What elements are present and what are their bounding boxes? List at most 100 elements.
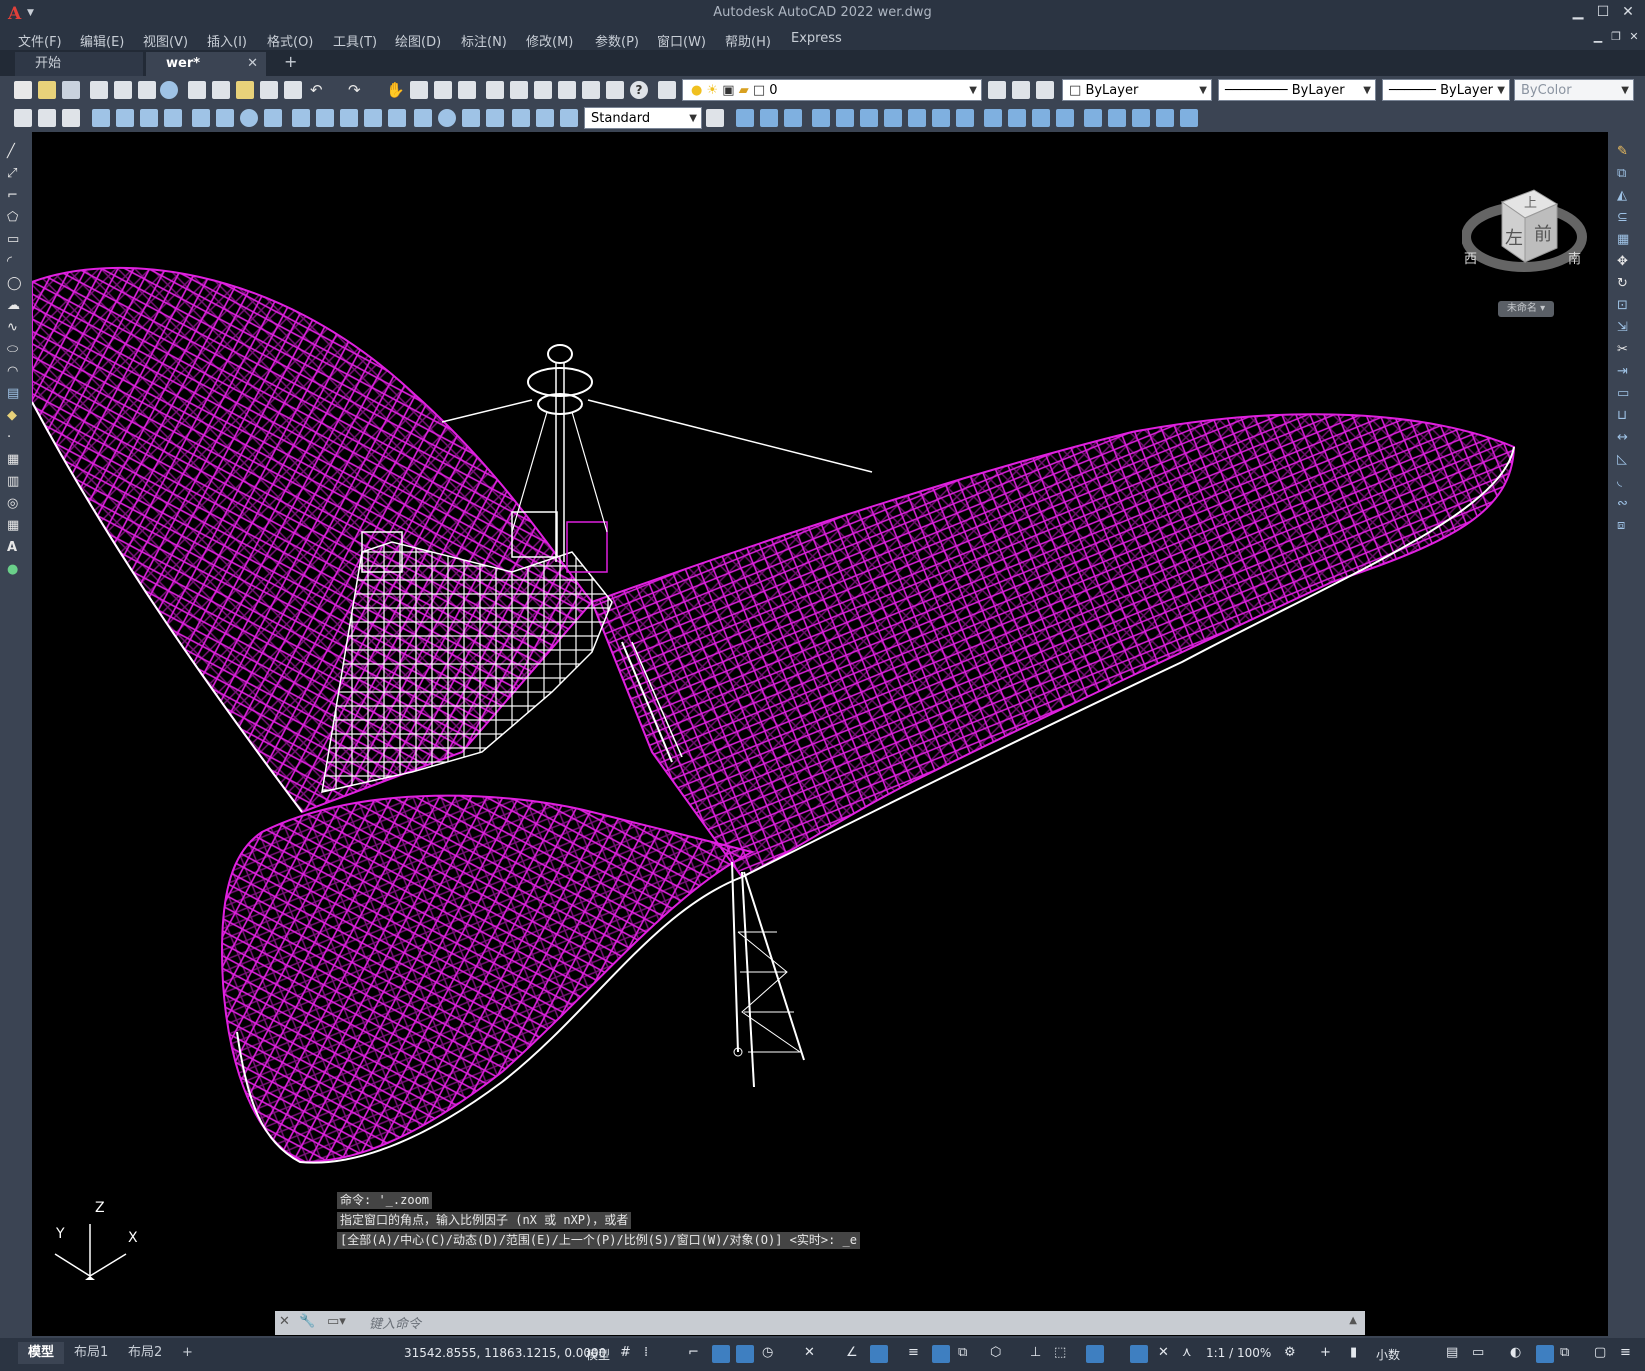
revision-cloud-icon[interactable]: ☁ [7,298,23,314]
menu-tools[interactable]: 工具(T) [333,31,377,50]
view-cube[interactable]: 上 左 前 西 南 [1461,162,1608,312]
menu-help[interactable]: 帮助(H) [725,31,771,50]
center-mark-icon[interactable] [438,109,456,127]
move-icon[interactable]: ✥ [1617,254,1633,270]
jogged-dimension-icon[interactable] [216,109,234,127]
jogged-linear-icon[interactable] [486,109,504,127]
break-icon[interactable]: ⊔ [1617,408,1633,424]
tool-icon[interactable] [62,109,80,127]
calculator-icon[interactable] [606,81,624,99]
dynamic-input-icon[interactable] [712,1345,730,1363]
3d-object-snap-icon[interactable]: ⬡ [990,1345,1008,1363]
customization-menu-icon[interactable]: ≡ [1620,1345,1638,1363]
dimension-edit-icon[interactable] [512,109,530,127]
gradient-icon[interactable]: ▥ [7,474,23,490]
annotation-scale-icon[interactable]: ⋏ [1182,1345,1200,1363]
radius-dimension-icon[interactable] [192,109,210,127]
command-input[interactable] [367,1314,1351,1334]
rectangle-icon[interactable]: ▭ [7,232,23,248]
line-icon[interactable]: ╱ [7,144,23,160]
dimension-style-icon[interactable] [706,109,724,127]
zoom-previous-icon[interactable] [458,81,476,99]
modify-tool-icon[interactable] [760,109,778,127]
zoom-window-icon[interactable] [434,81,452,99]
gizmo-icon[interactable] [1086,1345,1104,1363]
new-tab-button[interactable]: + [284,52,297,71]
model-space-button[interactable]: 模型 [586,1346,610,1363]
stretch-icon[interactable]: ⇲ [1617,320,1633,336]
match-properties-icon[interactable] [260,81,278,99]
insert-block-icon[interactable]: ▤ [7,386,23,402]
tab-layout2[interactable]: 布局2 [118,1342,172,1364]
auto-scale-icon[interactable]: ✕ [1158,1345,1176,1363]
blend-curves-icon[interactable]: ∾ [1617,496,1633,512]
zoom-realtime-icon[interactable] [410,81,428,99]
block-editor-icon[interactable] [284,81,302,99]
design-center-icon[interactable] [510,81,528,99]
viewcube-front-label[interactable]: 前 [1534,220,1552,246]
menu-edit[interactable]: 编辑(E) [80,31,124,50]
spline-icon[interactable]: ∿ [7,320,23,336]
modify-tool-icon[interactable] [932,109,950,127]
print-icon[interactable] [90,81,108,99]
wcs-menu[interactable]: 未命名 ▾ [1498,301,1554,317]
ordinate-dimension-icon[interactable] [164,109,182,127]
trim-icon[interactable]: ✂ [1617,342,1633,358]
arc-length-icon[interactable] [140,109,158,127]
dimension-update-icon[interactable] [560,109,578,127]
object-snap-tracking-icon[interactable]: ∠ [846,1345,864,1363]
modify-tool-icon[interactable] [1056,109,1074,127]
doc-restore-button[interactable]: ❐ [1606,30,1626,48]
ellipse-icon[interactable]: ⬭ [7,342,23,358]
tab-document[interactable]: wer* ✕ [146,52,266,76]
layer-previous-icon[interactable] [1012,81,1030,99]
modify-tool-icon[interactable] [956,109,974,127]
isolate-objects-icon[interactable]: ◐ [1510,1345,1528,1363]
modify-tool-icon[interactable] [1132,109,1150,127]
menu-parametric[interactable]: 参数(P) [595,31,639,50]
paste-icon[interactable] [236,81,254,99]
tolerance-icon[interactable] [414,109,432,127]
coordinate-readout[interactable]: 31542.8555, 11863.1215, 0.0000 [404,1346,606,1360]
make-block-icon[interactable]: ◆ [7,408,23,424]
selection-filtering-icon[interactable]: ⬚ [1054,1345,1072,1363]
break-at-point-icon[interactable]: ▭ [1617,386,1633,402]
lock-ui-icon[interactable]: ▭ [1472,1345,1490,1363]
join-icon[interactable]: ↔ [1617,430,1633,446]
menu-insert[interactable]: 插入(I) [207,31,247,50]
chamfer-icon[interactable]: ◺ [1617,452,1633,468]
tab-layout1[interactable]: 布局1 [64,1342,118,1364]
hardware-acceleration-icon[interactable] [1536,1345,1554,1363]
menu-view[interactable]: 视图(V) [143,31,188,50]
linetype-dropdown[interactable]: ──────── ByLayer ▼ [1218,79,1376,101]
infer-constraints-icon[interactable]: ⌐ [688,1345,706,1363]
tool-palettes-icon[interactable] [534,81,552,99]
modify-tool-icon[interactable] [1156,109,1174,127]
snap-icon[interactable]: ⁞ [644,1345,662,1363]
tab-start[interactable]: 开始 [15,52,143,76]
units-value[interactable]: 小数 [1376,1346,1400,1363]
linear-dimension-icon[interactable] [92,109,110,127]
dimension-space-icon[interactable] [364,109,382,127]
plotstyle-dropdown[interactable]: ByColor ▼ [1514,79,1634,101]
clean-screen-icon[interactable]: ⧉ [1560,1345,1578,1363]
explode-icon[interactable]: ⧈ [1617,518,1633,534]
quick-properties-icon[interactable]: ▤ [1446,1345,1464,1363]
menu-window[interactable]: 窗口(W) [657,31,706,50]
hatch-icon[interactable]: ▦ [7,452,23,468]
polygon-icon[interactable]: ⬠ [7,210,23,226]
copy-object-icon[interactable]: ⧉ [1617,166,1633,182]
array-icon[interactable]: ▦ [1617,232,1633,248]
modify-tool-icon[interactable] [1180,109,1198,127]
close-tab-icon[interactable]: ✕ [247,52,258,76]
annotation-scale-value[interactable]: 1:1 / 100% [1206,1346,1271,1360]
object-snap-icon[interactable] [870,1345,888,1363]
menu-file[interactable]: 文件(F) [18,31,62,50]
circle-icon[interactable]: ◯ [7,276,23,292]
fullscreen-icon[interactable]: ▢ [1594,1345,1612,1363]
offset-icon[interactable]: ⊆ [1617,210,1633,226]
minimize-button[interactable]: ▁ [1568,4,1588,22]
dynamic-ucs-icon[interactable]: ⊥ [1030,1345,1048,1363]
quick-dimension-icon[interactable] [292,109,310,127]
baseline-dimension-icon[interactable] [316,109,334,127]
